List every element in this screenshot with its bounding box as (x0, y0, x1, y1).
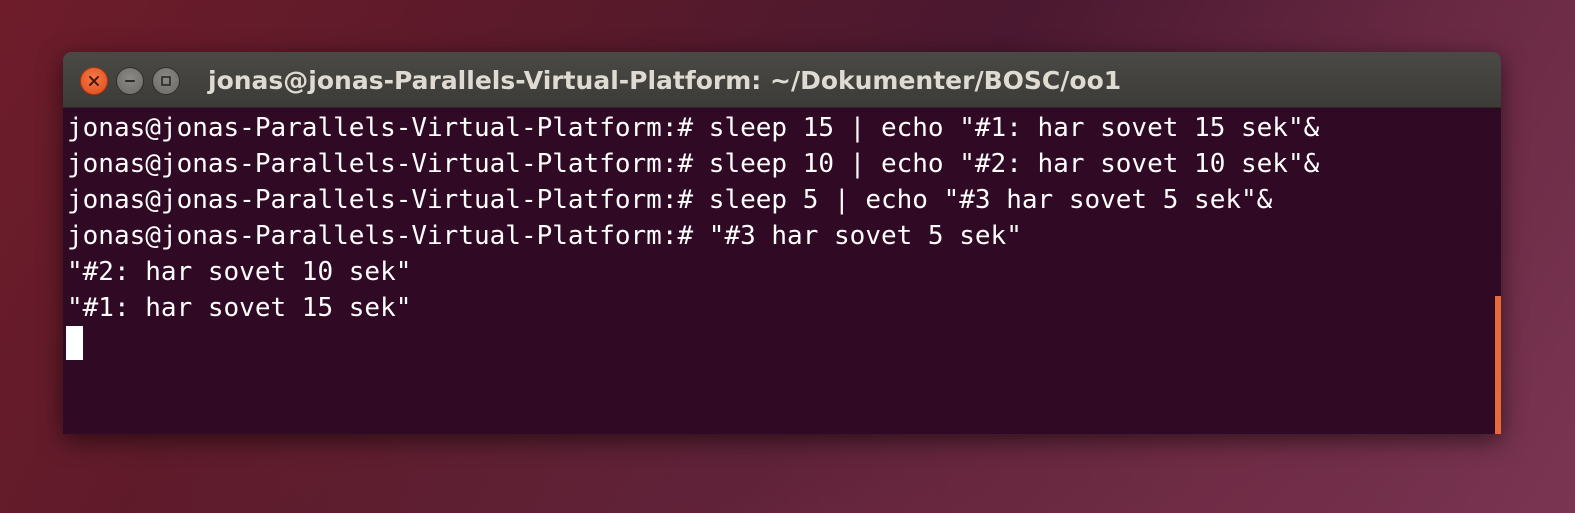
maximize-button[interactable] (152, 67, 180, 95)
window-title: jonas@jonas-Parallels-Virtual-Platform: … (208, 66, 1122, 95)
scrollbar[interactable] (1495, 296, 1501, 434)
terminal-line: jonas@jonas-Parallels-Virtual-Platform:#… (67, 185, 1273, 215)
terminal-line: "#2: har sovet 10 sek" (67, 257, 412, 287)
title-bar[interactable]: jonas@jonas-Parallels-Virtual-Platform: … (63, 52, 1501, 108)
minimize-button[interactable] (116, 67, 144, 95)
terminal-line: "#1: har sovet 15 sek" (67, 293, 412, 323)
window-controls (80, 67, 180, 95)
terminal-cursor (66, 326, 83, 360)
terminal-line: jonas@jonas-Parallels-Virtual-Platform:#… (67, 149, 1320, 179)
terminal-line: jonas@jonas-Parallels-Virtual-Platform:#… (67, 113, 1320, 143)
maximize-icon (161, 76, 171, 86)
close-icon (89, 76, 99, 86)
terminal-line: jonas@jonas-Parallels-Virtual-Platform:#… (67, 221, 1022, 251)
terminal-content[interactable]: jonas@jonas-Parallels-Virtual-Platform:#… (63, 108, 1501, 434)
close-button[interactable] (80, 67, 108, 95)
minimize-icon (125, 80, 135, 82)
terminal-window[interactable]: jonas@jonas-Parallels-Virtual-Platform: … (63, 52, 1501, 434)
